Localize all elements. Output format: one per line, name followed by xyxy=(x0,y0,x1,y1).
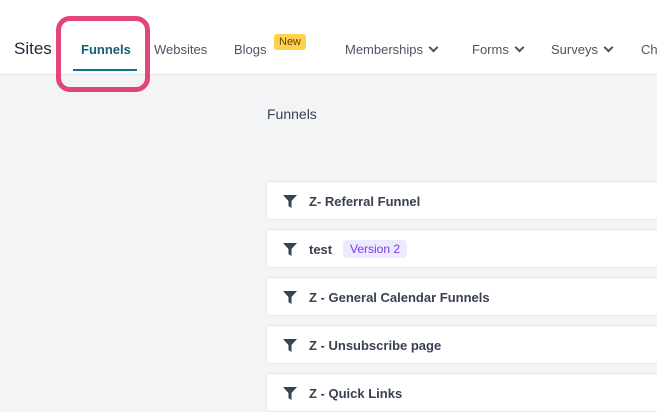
filter-icon xyxy=(283,387,297,400)
tab-blogs[interactable]: Blogs xyxy=(234,42,267,57)
funnel-name: Z - General Calendar Funnels xyxy=(309,290,490,305)
funnel-name: Z - Unsubscribe page xyxy=(309,338,442,353)
filter-icon xyxy=(283,339,297,352)
filter-icon xyxy=(283,291,297,304)
chevron-down-icon xyxy=(603,42,614,53)
funnel-row[interactable]: Z - General Calendar Funnels xyxy=(266,277,657,316)
page-title: Funnels xyxy=(267,106,317,122)
funnel-name: Z- Referral Funnel xyxy=(309,194,421,209)
funnel-name: test xyxy=(309,242,333,257)
tab-surveys-label: Surveys xyxy=(551,42,598,57)
filter-icon xyxy=(283,195,297,208)
chevron-down-icon xyxy=(514,42,525,53)
tab-surveys[interactable]: Surveys xyxy=(551,42,614,57)
new-badge: New xyxy=(274,34,307,50)
funnel-row[interactable]: test Version 2 xyxy=(266,229,657,268)
filter-icon xyxy=(283,243,297,256)
tab-memberships[interactable]: Memberships xyxy=(345,42,439,57)
tab-websites[interactable]: Websites xyxy=(154,42,207,57)
tab-forms[interactable]: Forms xyxy=(472,42,525,57)
site-title: Sites xyxy=(14,39,52,58)
funnel-row[interactable]: Z - Unsubscribe page xyxy=(266,325,657,364)
tab-memberships-label: Memberships xyxy=(345,42,424,57)
highlight-annotation xyxy=(56,16,150,92)
chevron-down-icon xyxy=(428,42,439,53)
funnel-row[interactable]: Z- Referral Funnel xyxy=(266,181,657,220)
tab-truncated[interactable]: Ch xyxy=(641,42,657,57)
version-badge: Version 2 xyxy=(343,240,408,258)
tab-forms-label: Forms xyxy=(472,42,509,57)
funnel-row[interactable]: Z - Quick Links xyxy=(266,373,657,412)
